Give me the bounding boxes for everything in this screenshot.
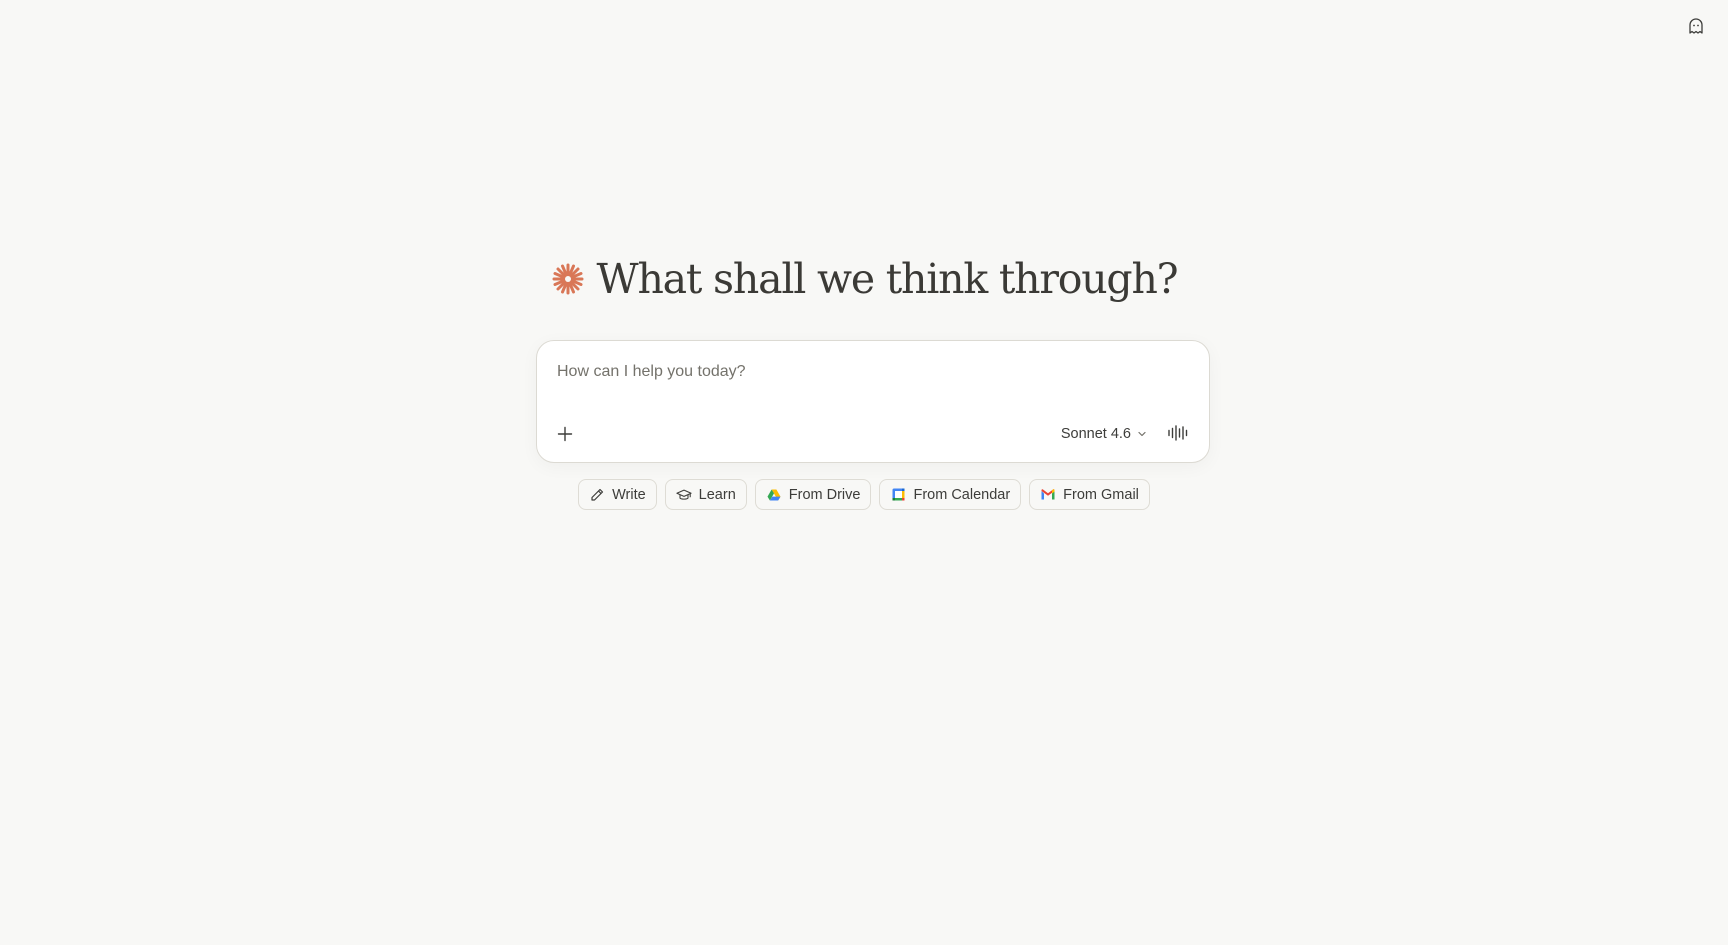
gmail-icon [1040,487,1056,503]
pencil-icon [589,487,605,503]
chevron-down-icon [1138,431,1146,437]
model-selector[interactable]: Sonnet 4.6 [1061,426,1147,442]
waveform-icon [1168,425,1188,441]
learn-chip[interactable]: Learn [664,479,747,510]
plus-icon [557,426,573,442]
greeting-title: What shall we think through? [596,255,1179,303]
incognito-button[interactable] [1684,14,1708,38]
add-attachment-button[interactable] [549,418,581,450]
main-page: What shall we think through? Sonnet 4.6 [0,0,1728,945]
voice-mode-button[interactable] [1165,422,1191,444]
ghost-icon [1689,18,1703,34]
from-calendar-chip[interactable]: From Calendar [879,479,1022,510]
google-drive-icon [766,487,782,503]
chip-label: Write [612,486,646,503]
from-gmail-chip[interactable]: From Gmail [1029,479,1150,510]
model-label: Sonnet 4.6 [1060,426,1131,442]
spark-icon [551,262,585,296]
chat-composer: Sonnet 4.6 [536,340,1210,463]
chip-label: From Gmail [1063,486,1139,503]
chip-label: Learn [698,486,736,503]
chip-label: From Calendar [913,486,1011,503]
chip-label: From Drive [788,486,861,503]
graduation-cap-icon [676,487,692,503]
suggestion-chips: Write Learn From Drive From Calendar Fro… [0,479,1728,510]
greeting: What shall we think through? [0,252,1728,306]
from-drive-chip[interactable]: From Drive [754,479,872,510]
google-calendar-icon [890,487,906,503]
chat-input[interactable] [557,363,1187,391]
write-chip[interactable]: Write [578,479,657,510]
